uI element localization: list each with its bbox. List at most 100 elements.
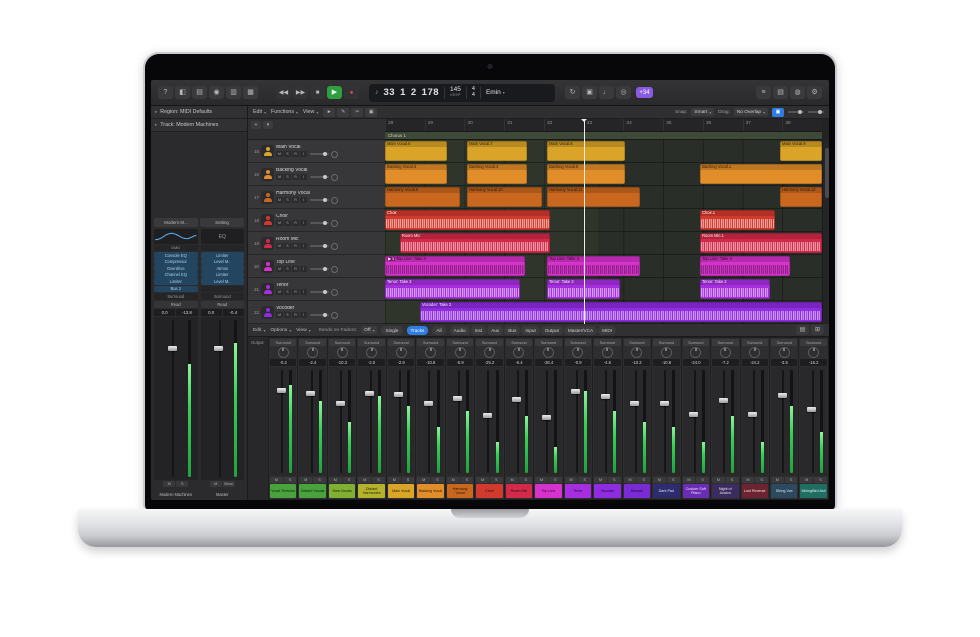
input-monitor-button[interactable]: I xyxy=(300,151,307,157)
output-slot[interactable]: Surround xyxy=(358,339,385,346)
smart-controls-icon[interactable]: ◉ xyxy=(209,86,224,99)
volume-slider[interactable] xyxy=(310,243,329,248)
pan-knob[interactable] xyxy=(307,347,319,358)
output-slot[interactable]: Surround xyxy=(594,339,621,346)
solo-button[interactable]: S xyxy=(284,151,291,157)
tuner-icon[interactable]: ◎ xyxy=(616,86,631,99)
menu-functions[interactable]: Functions ▾ xyxy=(271,109,298,115)
filter-input[interactable]: Input xyxy=(521,325,540,335)
solo-button[interactable]: S xyxy=(284,220,291,226)
quick-help-icon[interactable]: ? xyxy=(158,86,173,99)
volume-slider[interactable] xyxy=(310,312,329,317)
pan-knob[interactable] xyxy=(719,347,731,358)
filter-midi[interactable]: MIDI xyxy=(598,325,617,335)
audio-fx-slot[interactable]: Limiter xyxy=(154,278,198,285)
track-options-icon[interactable]: ▾ xyxy=(263,121,273,129)
solo-button[interactable]: S xyxy=(784,477,798,483)
channel-fader[interactable] xyxy=(712,367,739,476)
audio-fx-slot[interactable]: Level M.. xyxy=(200,278,244,285)
mute-button[interactable]: M xyxy=(653,477,666,483)
fader-cap[interactable] xyxy=(335,400,345,406)
solo-button[interactable]: S xyxy=(637,477,651,483)
automation-mode-button[interactable]: Read xyxy=(200,300,244,308)
pan-knob[interactable] xyxy=(690,347,702,358)
record-enable-button[interactable]: R xyxy=(292,289,299,295)
audio-fx-slot[interactable]: Limiter xyxy=(200,252,244,259)
eq-thumbnail[interactable]: EQ xyxy=(200,229,244,244)
midi-fx-slot[interactable]: DMD xyxy=(154,245,198,251)
channel-fader[interactable] xyxy=(387,367,415,476)
pan-knob[interactable] xyxy=(366,347,378,358)
region[interactable]: Harmony Vocal.10 xyxy=(467,187,543,207)
track-inspector-header[interactable]: ▸ Track: Modern Machines xyxy=(151,119,247,132)
solo-button[interactable]: S xyxy=(284,312,291,318)
fader-cap[interactable] xyxy=(306,391,316,397)
region[interactable]: Choir xyxy=(385,210,551,230)
output-slot[interactable]: Surround xyxy=(535,339,562,346)
time-signature[interactable]: 4 4 xyxy=(472,86,475,98)
fader-cap[interactable] xyxy=(453,395,463,401)
solo-button[interactable]: S xyxy=(284,243,291,249)
lcd-display[interactable]: ♪ 33 1 2 178 145 KEEP 4 4 Emin ▾ xyxy=(369,83,555,102)
fader-cap[interactable] xyxy=(482,413,492,419)
fader-cap[interactable] xyxy=(276,388,286,394)
region[interactable]: ▶ 3 Top Line: Take 3 xyxy=(385,256,525,276)
audio-fx-slot[interactable]: Console EQ xyxy=(154,252,198,259)
ruler-bar[interactable]: 34 xyxy=(623,119,663,131)
output-slot[interactable]: Surround xyxy=(682,339,710,346)
region[interactable]: Room Mic xyxy=(399,233,550,253)
region[interactable]: Backing Vocal.4 xyxy=(467,164,527,184)
ruler-bar[interactable]: 37 xyxy=(742,119,783,131)
collab-badge[interactable]: +34 xyxy=(636,87,653,98)
mute-button[interactable]: M xyxy=(800,477,814,483)
fader-cap[interactable] xyxy=(571,388,581,394)
input-monitor-button[interactable]: I xyxy=(300,266,307,272)
region[interactable]: Tenor: Take 2 xyxy=(700,279,770,299)
channel-fader[interactable] xyxy=(682,367,710,476)
mute-button[interactable]: M xyxy=(163,481,176,487)
output-slot[interactable]: Surround xyxy=(476,339,503,346)
pan-knob[interactable] xyxy=(336,347,348,358)
region[interactable]: Tenor: Take 2 xyxy=(385,279,521,299)
pan-knob[interactable] xyxy=(631,347,643,358)
output-slot[interactable]: Surround xyxy=(200,293,244,300)
scissors-tool-icon[interactable]: ✂ xyxy=(351,107,364,117)
inspector-icon[interactable]: ◧ xyxy=(175,86,190,99)
pan-knob[interactable] xyxy=(395,347,407,358)
pan-knob[interactable] xyxy=(484,347,496,358)
mute-button[interactable]: M xyxy=(328,477,342,483)
region[interactable]: Main Vocal.6 xyxy=(385,141,448,161)
mute-button[interactable]: M xyxy=(564,477,578,483)
input-monitor-button[interactable]: I xyxy=(300,220,307,226)
filter-all[interactable]: All xyxy=(432,325,446,335)
output-slot[interactable]: Surround xyxy=(299,339,326,346)
send-slot[interactable] xyxy=(200,285,244,292)
strip-components-icon[interactable]: ▤ xyxy=(796,325,809,335)
menu-options[interactable]: Options ▾ xyxy=(270,328,291,333)
output-slot[interactable]: Surround xyxy=(564,339,592,346)
fader-cap[interactable] xyxy=(512,396,522,402)
channel-fader[interactable] xyxy=(154,316,198,480)
settings-icon[interactable]: ⚙ xyxy=(807,86,822,99)
track-header[interactable]: 21 Tenor M S R I xyxy=(248,278,385,301)
mute-button[interactable]: M xyxy=(446,477,460,483)
channel-fader[interactable] xyxy=(800,367,827,476)
channel-fader[interactable] xyxy=(770,367,798,476)
pan-knob[interactable] xyxy=(331,242,338,250)
mute-button[interactable]: M xyxy=(741,477,755,483)
output-slot[interactable]: Surround xyxy=(417,339,444,346)
mixer-icon[interactable]: ▥ xyxy=(226,86,241,99)
volume-slider[interactable] xyxy=(310,151,329,156)
region[interactable]: Harmony Vocal.9 xyxy=(385,187,461,207)
filter-inst[interactable]: Inst xyxy=(470,325,487,335)
solo-button[interactable]: S xyxy=(401,477,415,483)
ruler-bar[interactable]: 28 xyxy=(385,119,425,131)
record-enable-button[interactable]: R xyxy=(292,312,299,318)
filter-output[interactable]: Output xyxy=(540,325,563,335)
region[interactable]: Harmony Vocal.11 xyxy=(547,187,641,207)
bar-ruler[interactable]: 28 29 30 31 32 33 34 35 36 37 38 xyxy=(385,119,822,132)
mute-button[interactable]: M xyxy=(358,477,372,483)
region[interactable]: Vocoder: Take 2 xyxy=(419,302,822,322)
region[interactable]: Harmony Vocal.12 xyxy=(780,187,822,207)
region[interactable]: Backing Vocal.3 xyxy=(385,164,448,184)
